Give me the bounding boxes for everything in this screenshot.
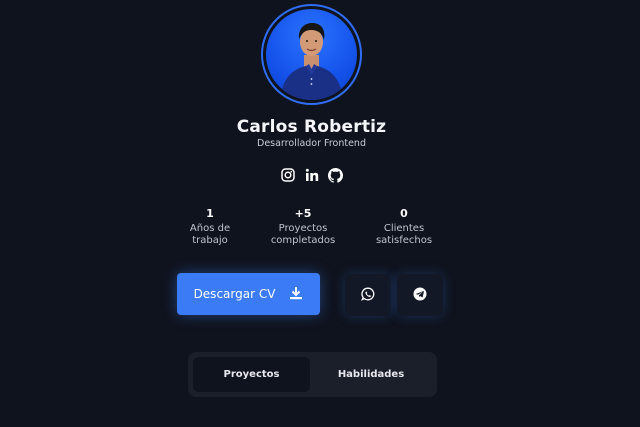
github-icon[interactable] — [328, 167, 343, 183]
social-links — [281, 166, 343, 184]
stat-years: 1 Años de trabajo — [165, 207, 255, 247]
profile-page: Carlos Robertiz Desarrollador Frontend 1… — [0, 0, 640, 427]
stat-label: Proyectos completados — [270, 223, 336, 246]
stat-clients: 0 Clientes satisfechos — [359, 207, 449, 247]
download-icon — [289, 286, 303, 303]
telegram-icon — [413, 286, 427, 305]
download-cv-button[interactable]: Descargar CV — [177, 273, 320, 315]
download-cv-label: Descargar CV — [193, 287, 276, 301]
instagram-icon[interactable] — [281, 168, 295, 182]
linkedin-icon[interactable] — [305, 168, 319, 182]
stat-value: 0 — [400, 207, 408, 220]
stat-projects: +5 Proyectos completados — [258, 207, 348, 247]
stat-label: Clientes satisfechos — [375, 223, 433, 246]
profile-role: Desarrollador Frontend — [257, 138, 366, 149]
tab-proyectos[interactable]: Proyectos — [193, 357, 310, 392]
stat-value: +5 — [294, 207, 312, 220]
whatsapp-icon — [361, 286, 375, 305]
stat-label: Años de trabajo — [189, 223, 231, 246]
tab-habilidades[interactable]: Habilidades — [310, 357, 432, 392]
whatsapp-button[interactable] — [345, 274, 391, 316]
avatar — [266, 9, 357, 100]
avatar-ring — [261, 4, 362, 105]
profile-name: Carlos Robertiz — [236, 117, 387, 137]
telegram-button[interactable] — [397, 274, 443, 316]
stat-value: 1 — [206, 207, 214, 220]
section-tabs: Proyectos Habilidades — [188, 352, 437, 397]
